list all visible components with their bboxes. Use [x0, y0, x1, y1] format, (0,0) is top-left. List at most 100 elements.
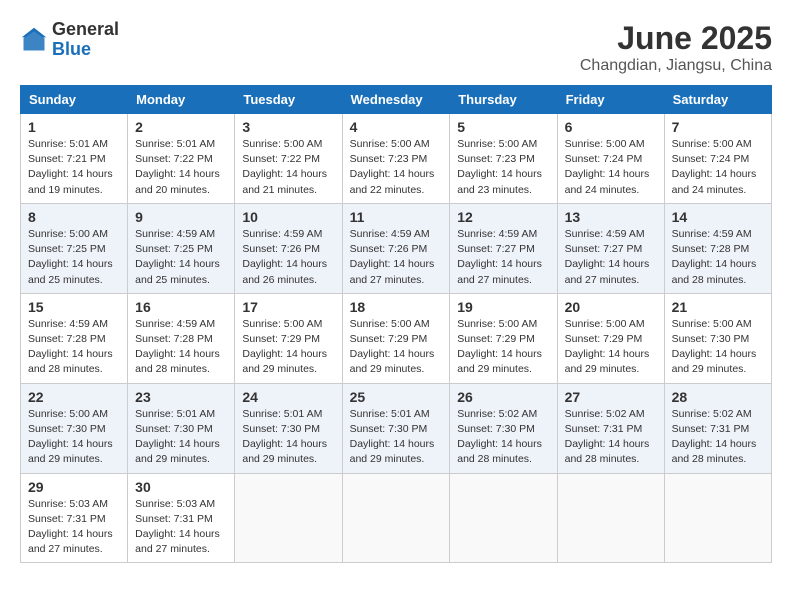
location-title: Changdian, Jiangsu, China [580, 57, 772, 75]
day-info: Sunrise: 5:01 AM Sunset: 7:30 PM Dayligh… [135, 407, 227, 468]
day-number: 12 [457, 209, 549, 225]
day-info: Sunrise: 5:03 AM Sunset: 7:31 PM Dayligh… [28, 497, 120, 558]
day-info: Sunrise: 5:02 AM Sunset: 7:31 PM Dayligh… [672, 407, 764, 468]
day-number: 2 [135, 119, 227, 135]
calendar-cell: 25 Sunrise: 5:01 AM Sunset: 7:30 PM Dayli… [342, 383, 450, 473]
page-header: General Blue June 2025 Changdian, Jiangs… [20, 20, 772, 75]
day-number: 5 [457, 119, 549, 135]
day-info: Sunrise: 5:01 AM Sunset: 7:30 PM Dayligh… [350, 407, 443, 468]
calendar-week-2: 8 Sunrise: 5:00 AM Sunset: 7:25 PM Daylig… [21, 203, 772, 293]
day-number: 9 [135, 209, 227, 225]
day-number: 3 [242, 119, 334, 135]
weekday-friday: Friday [557, 86, 664, 114]
day-info: Sunrise: 5:00 AM Sunset: 7:29 PM Dayligh… [350, 317, 443, 378]
day-info: Sunrise: 5:00 AM Sunset: 7:22 PM Dayligh… [242, 137, 334, 198]
month-title: June 2025 [580, 20, 772, 57]
weekday-saturday: Saturday [664, 86, 771, 114]
day-number: 27 [565, 389, 657, 405]
logo-text: General Blue [52, 20, 119, 60]
day-number: 19 [457, 299, 549, 315]
calendar-cell: 7 Sunrise: 5:00 AM Sunset: 7:24 PM Daylig… [664, 114, 771, 204]
day-number: 11 [350, 209, 443, 225]
day-info: Sunrise: 4:59 AM Sunset: 7:25 PM Dayligh… [135, 227, 227, 288]
day-number: 7 [672, 119, 764, 135]
weekday-sunday: Sunday [21, 86, 128, 114]
calendar-week-5: 29 Sunrise: 5:03 AM Sunset: 7:31 PM Dayli… [21, 473, 772, 563]
day-number: 20 [565, 299, 657, 315]
calendar-cell: 11 Sunrise: 4:59 AM Sunset: 7:26 PM Dayli… [342, 203, 450, 293]
day-number: 16 [135, 299, 227, 315]
calendar-cell: 30 Sunrise: 5:03 AM Sunset: 7:31 PM Dayli… [128, 473, 235, 563]
calendar-cell: 29 Sunrise: 5:03 AM Sunset: 7:31 PM Dayli… [21, 473, 128, 563]
calendar-cell: 16 Sunrise: 4:59 AM Sunset: 7:28 PM Dayli… [128, 293, 235, 383]
weekday-tuesday: Tuesday [235, 86, 342, 114]
calendar-cell: 24Sunrise: 5:01 AM Sunset: 7:30 PM Dayli… [235, 383, 342, 473]
day-info: Sunrise: 5:03 AM Sunset: 7:31 PM Dayligh… [135, 497, 227, 558]
weekday-thursday: Thursday [450, 86, 557, 114]
day-info: Sunrise: 4:59 AM Sunset: 7:27 PM Dayligh… [457, 227, 549, 288]
day-info: Sunrise: 4:59 AM Sunset: 7:26 PM Dayligh… [350, 227, 443, 288]
day-number: 26 [457, 389, 549, 405]
day-info: Sunrise: 4:59 AM Sunset: 7:28 PM Dayligh… [672, 227, 764, 288]
day-info: Sunrise: 5:00 AM Sunset: 7:30 PM Dayligh… [28, 407, 120, 468]
calendar-cell [342, 473, 450, 563]
calendar-cell: 28 Sunrise: 5:02 AM Sunset: 7:31 PM Dayli… [664, 383, 771, 473]
day-info: Sunrise: 5:00 AM Sunset: 7:29 PM Dayligh… [242, 317, 334, 378]
calendar-table: SundayMondayTuesdayWednesdayThursdayFrid… [20, 85, 772, 563]
calendar-cell: 4Sunrise: 5:00 AM Sunset: 7:23 PM Daylig… [342, 114, 450, 204]
calendar-cell [450, 473, 557, 563]
day-number: 17 [242, 299, 334, 315]
calendar-cell: 8 Sunrise: 5:00 AM Sunset: 7:25 PM Daylig… [21, 203, 128, 293]
day-info: Sunrise: 5:00 AM Sunset: 7:24 PM Dayligh… [672, 137, 764, 198]
calendar-cell: 27Sunrise: 5:02 AM Sunset: 7:31 PM Dayli… [557, 383, 664, 473]
day-number: 10 [242, 209, 334, 225]
calendar-cell: 2Sunrise: 5:01 AM Sunset: 7:22 PM Daylig… [128, 114, 235, 204]
calendar-cell: 10 Sunrise: 4:59 AM Sunset: 7:26 PM Dayli… [235, 203, 342, 293]
calendar-cell: 14 Sunrise: 4:59 AM Sunset: 7:28 PM Dayli… [664, 203, 771, 293]
day-number: 18 [350, 299, 443, 315]
calendar-week-3: 15 Sunrise: 4:59 AM Sunset: 7:28 PM Dayli… [21, 293, 772, 383]
day-number: 1 [28, 119, 120, 135]
day-info: Sunrise: 5:00 AM Sunset: 7:23 PM Dayligh… [457, 137, 549, 198]
calendar-cell: 13Sunrise: 4:59 AM Sunset: 7:27 PM Dayli… [557, 203, 664, 293]
calendar-cell [557, 473, 664, 563]
calendar-cell: 18 Sunrise: 5:00 AM Sunset: 7:29 PM Dayli… [342, 293, 450, 383]
day-number: 22 [28, 389, 120, 405]
calendar-body: 1Sunrise: 5:01 AM Sunset: 7:21 PM Daylig… [21, 114, 772, 563]
title-block: June 2025 Changdian, Jiangsu, China [580, 20, 772, 75]
day-info: Sunrise: 5:01 AM Sunset: 7:30 PM Dayligh… [242, 407, 334, 468]
calendar-week-4: 22 Sunrise: 5:00 AM Sunset: 7:30 PM Dayli… [21, 383, 772, 473]
day-info: Sunrise: 5:00 AM Sunset: 7:23 PM Dayligh… [350, 137, 443, 198]
calendar-cell: 1Sunrise: 5:01 AM Sunset: 7:21 PM Daylig… [21, 114, 128, 204]
day-info: Sunrise: 5:00 AM Sunset: 7:29 PM Dayligh… [457, 317, 549, 378]
logo-general: General [52, 20, 119, 40]
calendar-cell: 9 Sunrise: 4:59 AM Sunset: 7:25 PM Daylig… [128, 203, 235, 293]
weekday-monday: Monday [128, 86, 235, 114]
calendar-cell: 21 Sunrise: 5:00 AM Sunset: 7:30 PM Dayli… [664, 293, 771, 383]
day-info: Sunrise: 5:02 AM Sunset: 7:30 PM Dayligh… [457, 407, 549, 468]
weekday-header-row: SundayMondayTuesdayWednesdayThursdayFrid… [21, 86, 772, 114]
day-number: 28 [672, 389, 764, 405]
calendar-cell: 15 Sunrise: 4:59 AM Sunset: 7:28 PM Dayli… [21, 293, 128, 383]
day-number: 21 [672, 299, 764, 315]
day-info: Sunrise: 4:59 AM Sunset: 7:26 PM Dayligh… [242, 227, 334, 288]
logo: General Blue [20, 20, 119, 60]
calendar-cell: 6Sunrise: 5:00 AM Sunset: 7:24 PM Daylig… [557, 114, 664, 204]
day-info: Sunrise: 5:00 AM Sunset: 7:25 PM Dayligh… [28, 227, 120, 288]
day-info: Sunrise: 4:59 AM Sunset: 7:27 PM Dayligh… [565, 227, 657, 288]
day-number: 14 [672, 209, 764, 225]
calendar-cell: 22 Sunrise: 5:00 AM Sunset: 7:30 PM Dayli… [21, 383, 128, 473]
day-info: Sunrise: 5:00 AM Sunset: 7:29 PM Dayligh… [565, 317, 657, 378]
calendar-week-1: 1Sunrise: 5:01 AM Sunset: 7:21 PM Daylig… [21, 114, 772, 204]
day-number: 29 [28, 479, 120, 495]
day-number: 25 [350, 389, 443, 405]
day-number: 8 [28, 209, 120, 225]
day-number: 15 [28, 299, 120, 315]
day-info: Sunrise: 5:00 AM Sunset: 7:30 PM Dayligh… [672, 317, 764, 378]
day-info: Sunrise: 4:59 AM Sunset: 7:28 PM Dayligh… [28, 317, 120, 378]
day-info: Sunrise: 4:59 AM Sunset: 7:28 PM Dayligh… [135, 317, 227, 378]
calendar-cell: 17 Sunrise: 5:00 AM Sunset: 7:29 PM Dayli… [235, 293, 342, 383]
calendar-cell: 26 Sunrise: 5:02 AM Sunset: 7:30 PM Dayli… [450, 383, 557, 473]
calendar-cell [235, 473, 342, 563]
day-number: 30 [135, 479, 227, 495]
